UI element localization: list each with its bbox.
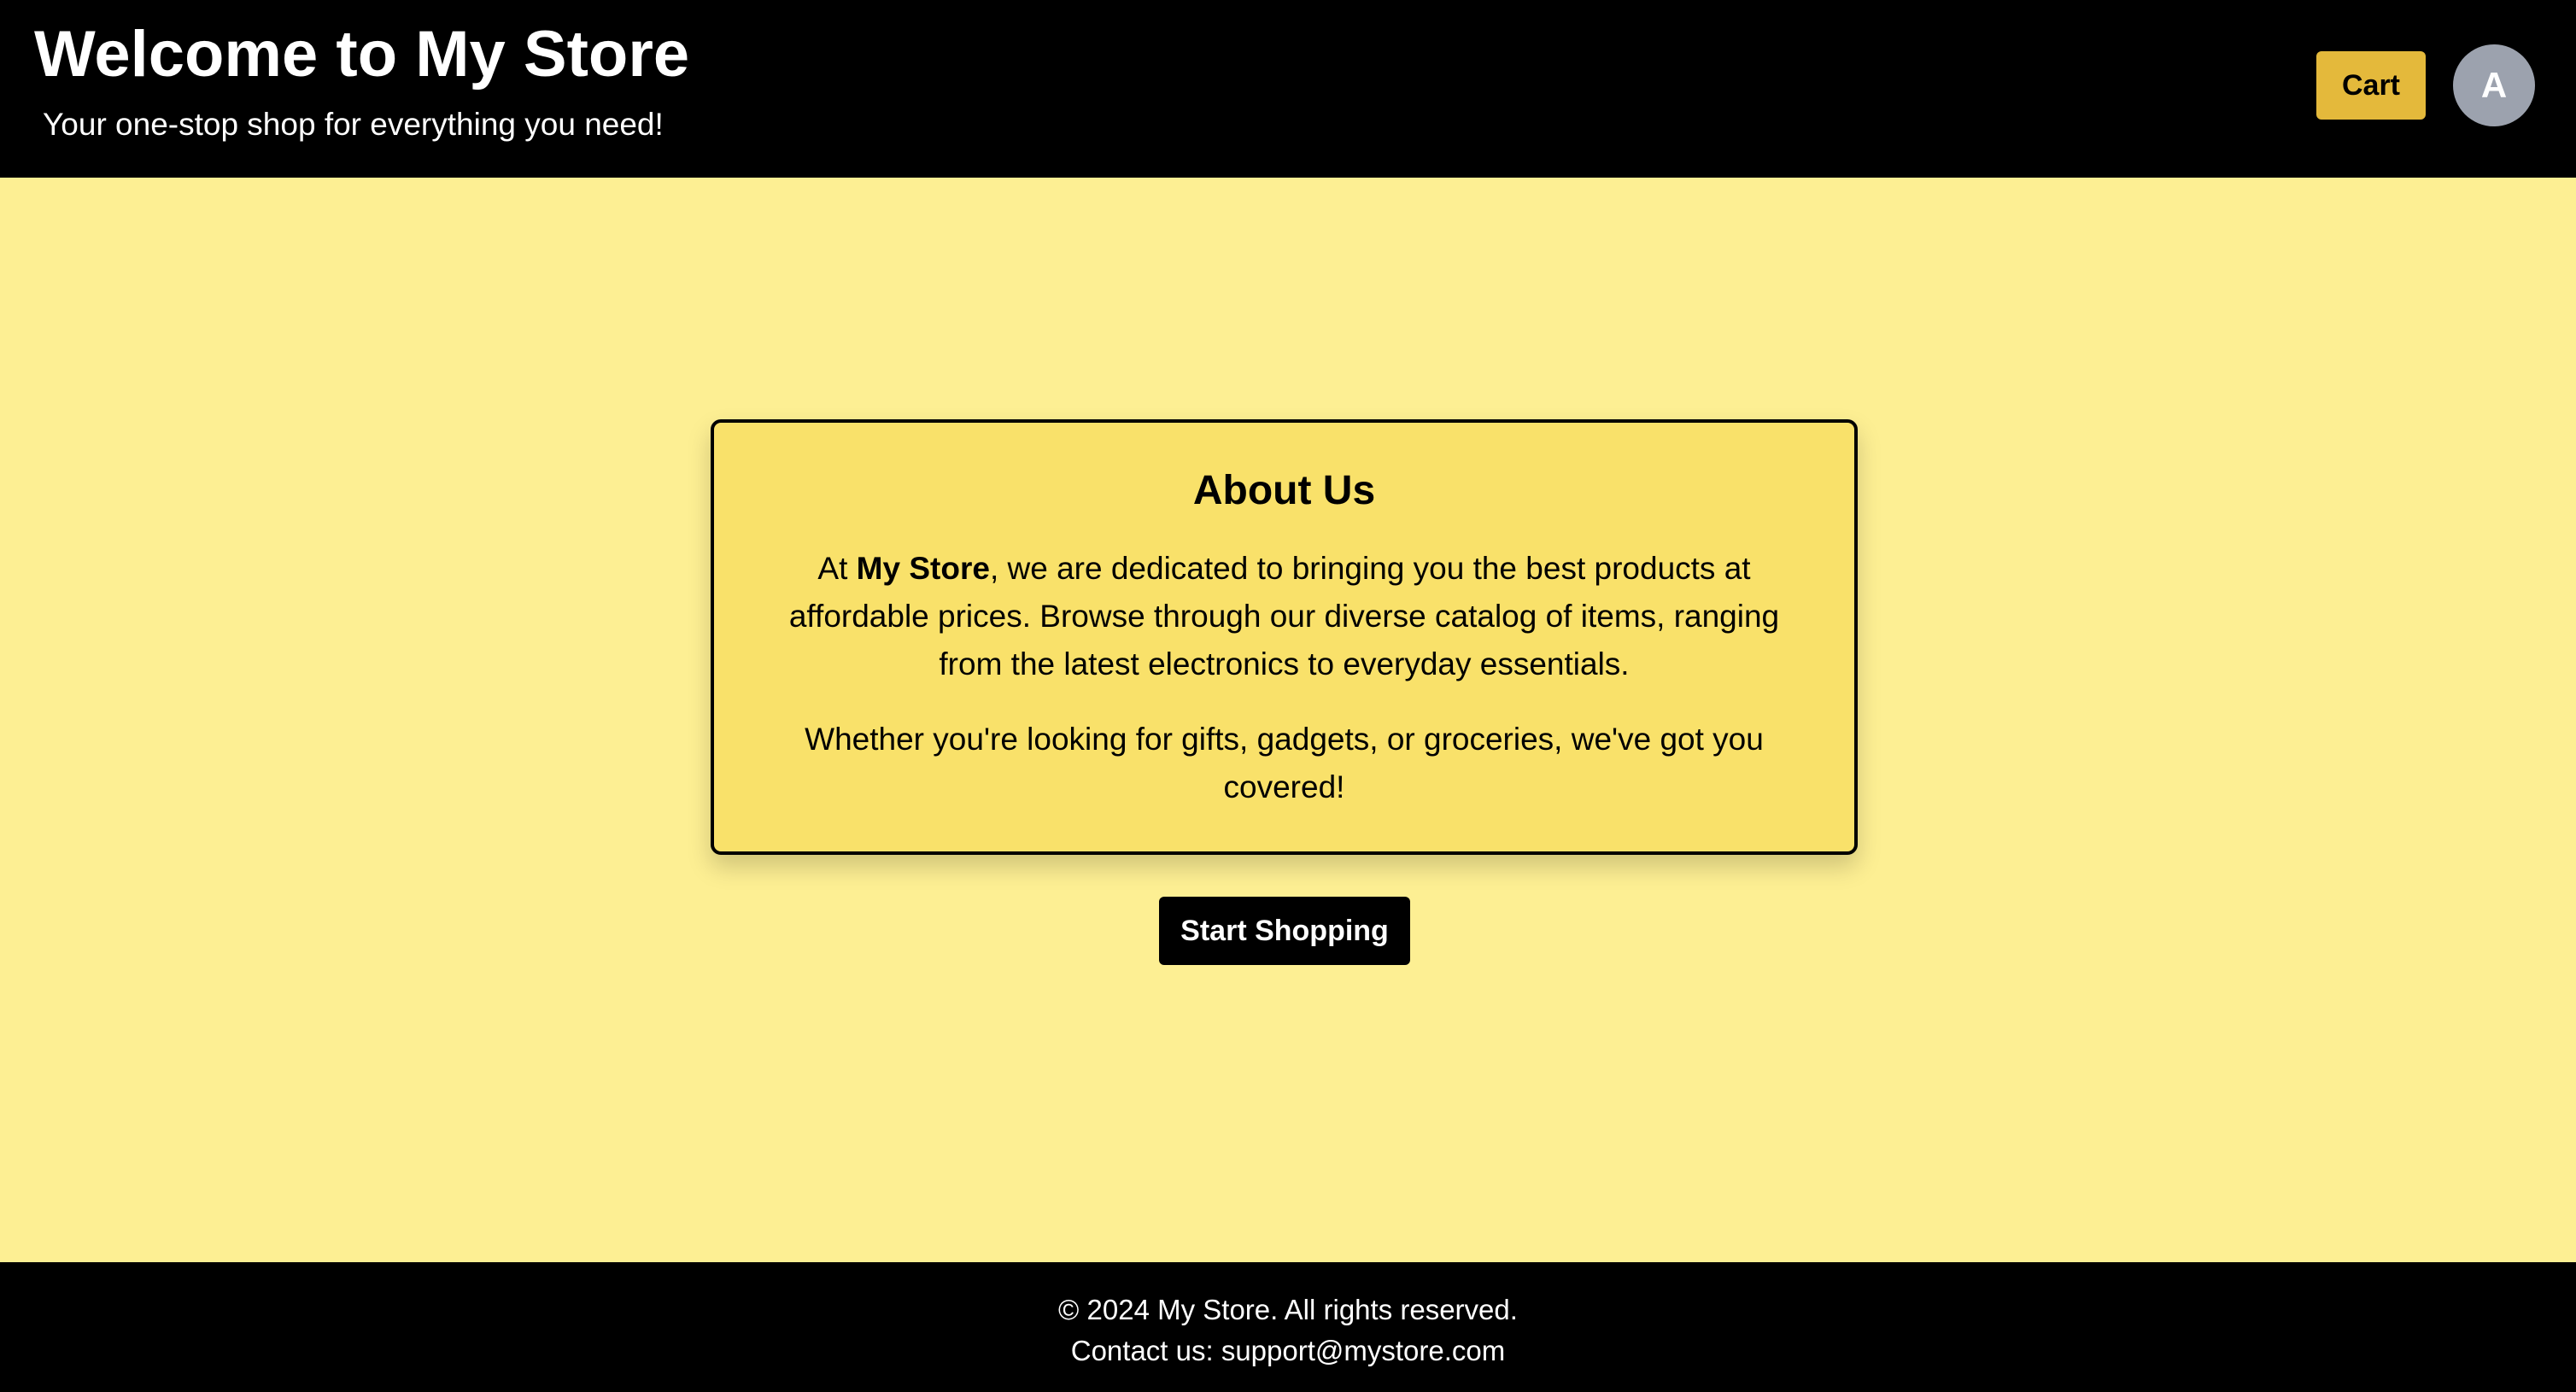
about-card: About Us At My Store, we are dedicated t… [711,419,1858,855]
site-footer: © 2024 My Store. All rights reserved. Co… [0,1262,2576,1392]
about-heading: About Us [1192,468,1376,513]
contact-text: Contact us: support@mystore.com [1070,1335,1506,1366]
store-name: My Store [856,551,990,586]
user-avatar[interactable]: A [2453,44,2535,126]
site-title: Welcome to My Store [34,18,690,91]
start-shopping-button[interactable]: Start Shopping [1159,897,1410,965]
cart-button[interactable]: Cart [2316,51,2426,120]
about-paragraph-2: Whether you're looking for gifts, gadget… [805,722,1764,804]
about-paragraph-1: At My Store, we are dedicated to bringin… [755,545,1813,688]
about-para1-lead: At [817,551,857,586]
site-header: Welcome to My Store Your one-stop shop f… [0,0,2576,178]
copyright-text: © 2024 My Store. All rights reserved. [1058,1294,1518,1325]
site-tagline: Your one-stop shop for everything you ne… [43,107,664,142]
